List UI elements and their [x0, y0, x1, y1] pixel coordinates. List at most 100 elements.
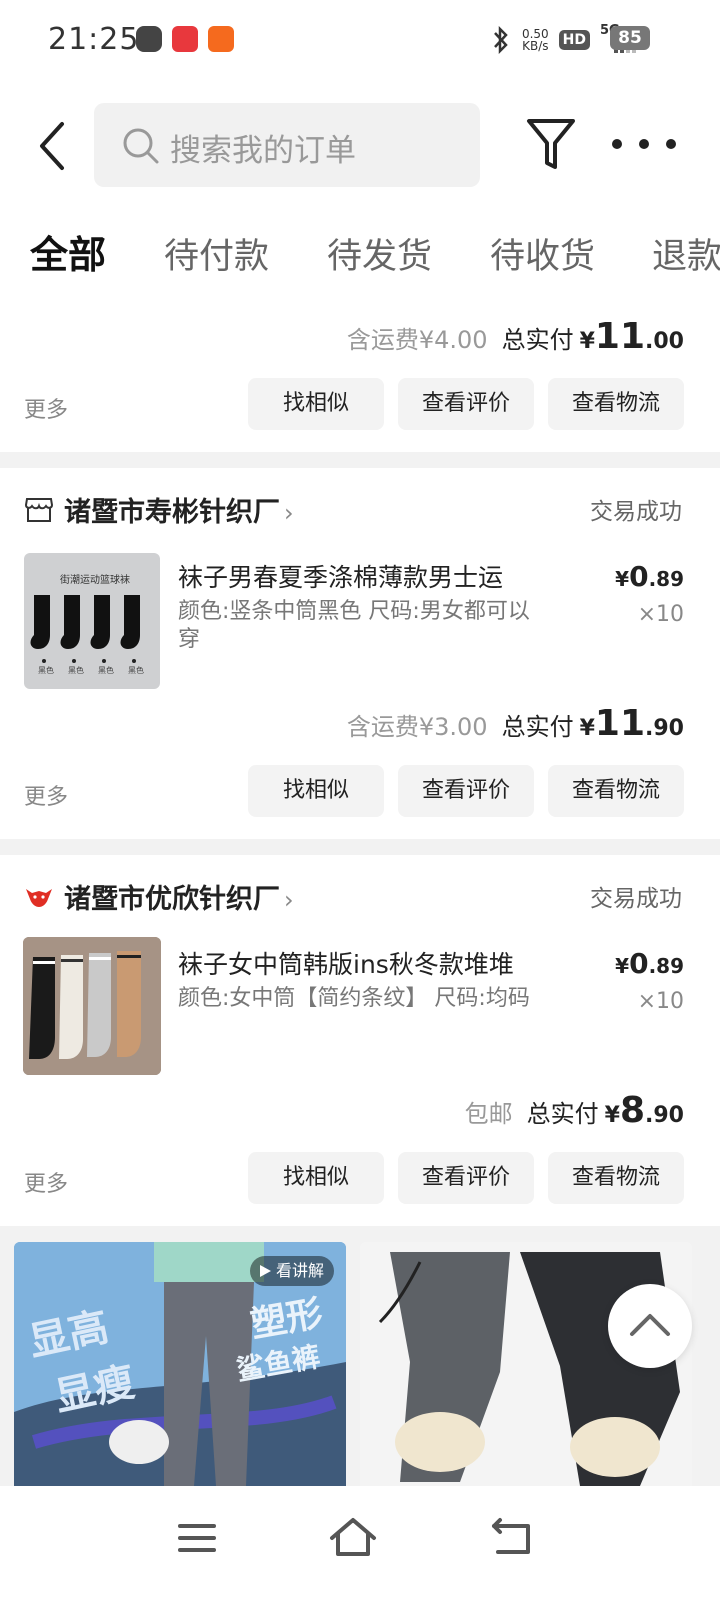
video-explain-badge[interactable]: 看讲解 [249, 1256, 334, 1286]
app-notification-icon [172, 26, 198, 52]
price-integer: 0 [629, 560, 649, 593]
app-notification-icon [136, 26, 162, 52]
unit-price: ¥0.89 [615, 560, 684, 593]
sock-label: 黑色 [68, 666, 84, 675]
product-title[interactable]: 袜子男春夏季涤棉薄款男士运 [178, 558, 558, 594]
view-logistics-button[interactable]: 查看物流 [548, 1152, 684, 1204]
tab-pending-payment[interactable]: 待付款 [164, 228, 269, 279]
find-similar-button[interactable]: 找相似 [248, 765, 384, 817]
nav-home-button[interactable] [318, 1508, 388, 1568]
product-spec: 颜色:竖条中筒黑色 尺码:男女都可以穿 [178, 599, 530, 652]
bluetooth-icon [494, 26, 508, 54]
socks-photo-icon [23, 937, 161, 1075]
dot-icon [639, 139, 649, 149]
total-label: 总实付 [501, 326, 574, 354]
shop-name-text: 诸暨市寿彬针织厂 [64, 497, 280, 528]
total-integer: 11 [594, 316, 646, 357]
price-integer: 0 [629, 947, 649, 980]
home-icon [330, 1518, 376, 1556]
view-review-button[interactable]: 查看评价 [398, 1152, 534, 1204]
total-label: 总实付 [526, 1100, 599, 1128]
view-review-button[interactable]: 查看评价 [398, 378, 534, 430]
dot-icon [666, 139, 676, 149]
more-link[interactable]: 更多 [24, 779, 68, 811]
hd-badge: HD [558, 30, 590, 50]
total-decimal: .90 [645, 1103, 684, 1128]
back-button[interactable] [34, 118, 74, 174]
total-decimal: .90 [645, 716, 684, 741]
shipping-fee: 含运费¥4.00 [346, 326, 488, 354]
currency-symbol: ¥ [615, 954, 630, 978]
order-summary: 含运费¥4.00 总实付 ¥11.00 [347, 316, 684, 357]
net-speed: 0.50 KB/s [522, 28, 549, 52]
chevron-right-icon: › [284, 886, 294, 914]
shipping-fee: 含运费¥3.00 [346, 713, 488, 741]
product-image[interactable]: 街潮运动篮球袜 黑色 黑色 黑色 黑色 [24, 553, 160, 689]
price-decimal: .89 [648, 954, 684, 978]
scroll-to-top-button[interactable] [608, 1284, 692, 1368]
chevron-up-icon [630, 1314, 670, 1336]
order-summary: 包邮 总实付 ¥8.90 [465, 1090, 684, 1131]
currency-symbol: ¥ [615, 567, 630, 591]
order-status: 交易成功 [590, 886, 682, 912]
status-bar: 21:25 0.50 KB/s HD 5G 85 [0, 0, 720, 80]
nav-back-button[interactable] [476, 1508, 546, 1568]
order-status: 交易成功 [590, 499, 682, 525]
tab-pending-shipment[interactable]: 待发货 [327, 228, 432, 279]
dot-icon [612, 139, 622, 149]
product-title[interactable]: 袜子女中筒韩版ins秋冬款堆堆 [178, 945, 558, 981]
tab-pending-receipt[interactable]: 待收货 [490, 228, 595, 279]
nav-menu-button[interactable] [162, 1508, 232, 1568]
more-options-button[interactable] [612, 130, 676, 158]
search-placeholder: 搜索我的订单 [170, 133, 356, 169]
total-integer: 11 [594, 703, 646, 744]
menu-icon [178, 1524, 216, 1552]
app-notification-icon [208, 26, 234, 52]
shop-name[interactable]: 诸暨市寿彬针织厂 › [64, 490, 294, 529]
total-integer: 8 [619, 1090, 646, 1131]
shop-name[interactable]: 诸暨市优欣针织厂 › [64, 877, 294, 916]
net-speed-unit: KB/s [522, 39, 549, 53]
price-decimal: .89 [648, 567, 684, 591]
order-card: 诸暨市优欣针织厂 › 交易成功 袜子女中筒韩版ins秋冬款堆堆 颜色:女中筒【简约… [0, 855, 720, 1226]
recommend-product-card[interactable]: 显高 显瘦 塑形 鲨鱼裤 看讲解 [14, 1242, 346, 1486]
quantity: ×10 [637, 602, 684, 627]
chevron-right-icon: › [284, 499, 294, 527]
view-logistics-button[interactable]: 查看物流 [548, 765, 684, 817]
system-nav-bar [0, 1486, 720, 1600]
total-label: 总实付 [501, 713, 574, 741]
filter-button[interactable] [524, 116, 578, 174]
tab-all[interactable]: 全部 [30, 224, 106, 279]
currency-symbol: ¥ [579, 329, 595, 354]
shop-icon [24, 498, 54, 522]
filter-icon [527, 119, 575, 169]
order-card: 含运费¥4.00 总实付 ¥11.00 更多 找相似 查看评价 查看物流 [0, 300, 720, 452]
view-logistics-button[interactable]: 查看物流 [548, 378, 684, 430]
more-link[interactable]: 更多 [24, 392, 68, 424]
status-time: 21:25 [48, 22, 140, 57]
product-image[interactable] [23, 937, 161, 1075]
battery-icon: 85 [610, 26, 650, 50]
total-decimal: .00 [645, 329, 684, 354]
unit-price: ¥0.89 [615, 947, 684, 980]
shop-logo-icon [26, 889, 52, 907]
tab-refund[interactable]: 退款 [652, 228, 720, 279]
chevron-left-icon [40, 122, 64, 170]
product-spec: 颜色:女中筒【简约条纹】 尺码:均码 [178, 986, 530, 1011]
find-similar-button[interactable]: 找相似 [248, 1152, 384, 1204]
order-search-input[interactable]: 搜索我的订单 [94, 103, 480, 187]
view-review-button[interactable]: 查看评价 [398, 765, 534, 817]
sock-label: 黑色 [98, 666, 114, 675]
find-similar-button[interactable]: 找相似 [248, 378, 384, 430]
more-link[interactable]: 更多 [24, 1166, 68, 1198]
back-arrow-icon [492, 1518, 530, 1554]
battery-level: 85 [610, 26, 650, 50]
sock-label: 黑色 [128, 666, 144, 675]
search-icon [123, 128, 159, 164]
currency-symbol: ¥ [579, 716, 595, 741]
shipping-fee: 包邮 [464, 1100, 513, 1128]
shop-name-text: 诸暨市优欣针织厂 [64, 884, 280, 915]
quantity: ×10 [637, 989, 684, 1014]
top-area: 21:25 0.50 KB/s HD 5G 85 [0, 0, 720, 300]
currency-symbol: ¥ [604, 1103, 620, 1128]
